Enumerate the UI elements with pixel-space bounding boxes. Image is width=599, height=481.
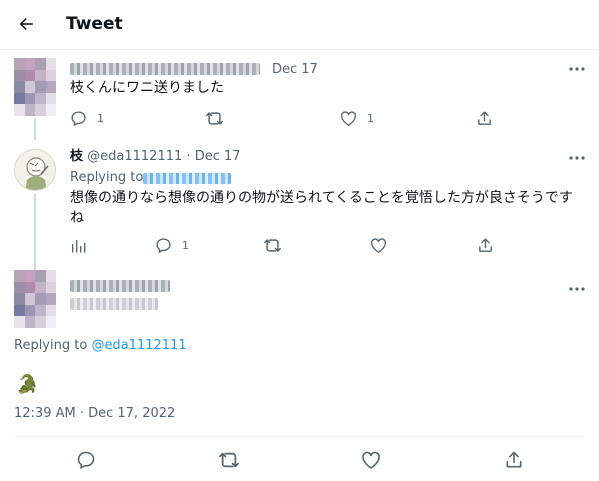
retweet-button[interactable] <box>205 110 224 127</box>
divider <box>14 436 585 437</box>
user-handle[interactable]: @eda1112111 <box>87 149 182 164</box>
share-button[interactable] <box>477 237 494 254</box>
reply-icon <box>71 111 86 126</box>
tweet-text: 枝くんにワニ送りました <box>70 80 224 96</box>
tweet-date[interactable]: Dec 17 <box>195 149 241 164</box>
more-options-icon[interactable] <box>567 61 587 77</box>
like-button[interactable] <box>361 450 381 470</box>
display-name[interactable]: 枝 <box>70 149 83 164</box>
like-button[interactable] <box>370 237 387 254</box>
more-options-icon[interactable] <box>567 150 587 166</box>
blurred-user-name <box>70 280 170 292</box>
share-button[interactable] <box>504 450 524 470</box>
blurred-user-handle <box>70 298 158 310</box>
heart-icon <box>362 451 380 469</box>
share-icon <box>479 238 492 252</box>
crocodile-emoji: 🐊 <box>16 374 39 395</box>
page-title: Tweet <box>66 14 123 34</box>
share-button[interactable] <box>476 110 493 127</box>
tweet-timestamp[interactable]: 12:39 AM · Dec 17, 2022 <box>14 405 175 423</box>
replying-to-label: Replying to <box>70 170 144 185</box>
retweet-icon <box>219 452 239 468</box>
replying-to-label: Replying to <box>14 338 88 353</box>
thread-line <box>34 194 36 270</box>
analytics-button[interactable] <box>70 238 86 254</box>
avatar[interactable] <box>14 149 56 191</box>
replying-to: Replying to @eda1112111 <box>14 337 187 355</box>
separator: · <box>186 149 191 164</box>
retweet-button[interactable] <box>263 237 282 254</box>
retweet-button[interactable] <box>218 450 240 470</box>
back-arrow-icon[interactable] <box>14 12 38 36</box>
share-icon <box>506 451 522 468</box>
retweet-icon <box>206 112 223 125</box>
reply-count: 1 <box>97 112 104 125</box>
heart-icon <box>370 238 387 253</box>
reply-icon <box>156 238 171 253</box>
retweet-icon <box>264 239 281 252</box>
reply-button[interactable] <box>76 450 96 470</box>
tweet-date: Dec 17 <box>272 62 318 77</box>
like-count: 1 <box>367 112 374 125</box>
avatar[interactable] <box>14 58 56 116</box>
heart-icon <box>340 111 357 126</box>
blurred-user-name <box>70 63 260 75</box>
more-options-icon[interactable] <box>567 281 587 297</box>
tweet-text: 想像の通りなら想像の通りの物が送られてくることを覚悟した方が良さそうですね <box>70 190 573 226</box>
reply-handle-link[interactable]: @eda1112111 <box>91 338 186 353</box>
header-bar: Tweet <box>0 0 599 50</box>
like-button[interactable]: 1 <box>340 110 374 127</box>
reply-count: 1 <box>182 239 189 252</box>
thread-line <box>34 118 36 140</box>
avatar[interactable] <box>14 270 56 328</box>
analytics-icon <box>72 240 86 253</box>
tweet-header: 枝 @eda1112111 · Dec 17 <box>70 148 241 166</box>
reply-icon <box>77 451 95 469</box>
blurred-reply-handle[interactable] <box>143 173 231 184</box>
reply-button[interactable]: 1 <box>70 110 104 127</box>
share-icon <box>478 111 491 125</box>
reply-button[interactable]: 1 <box>155 237 189 254</box>
